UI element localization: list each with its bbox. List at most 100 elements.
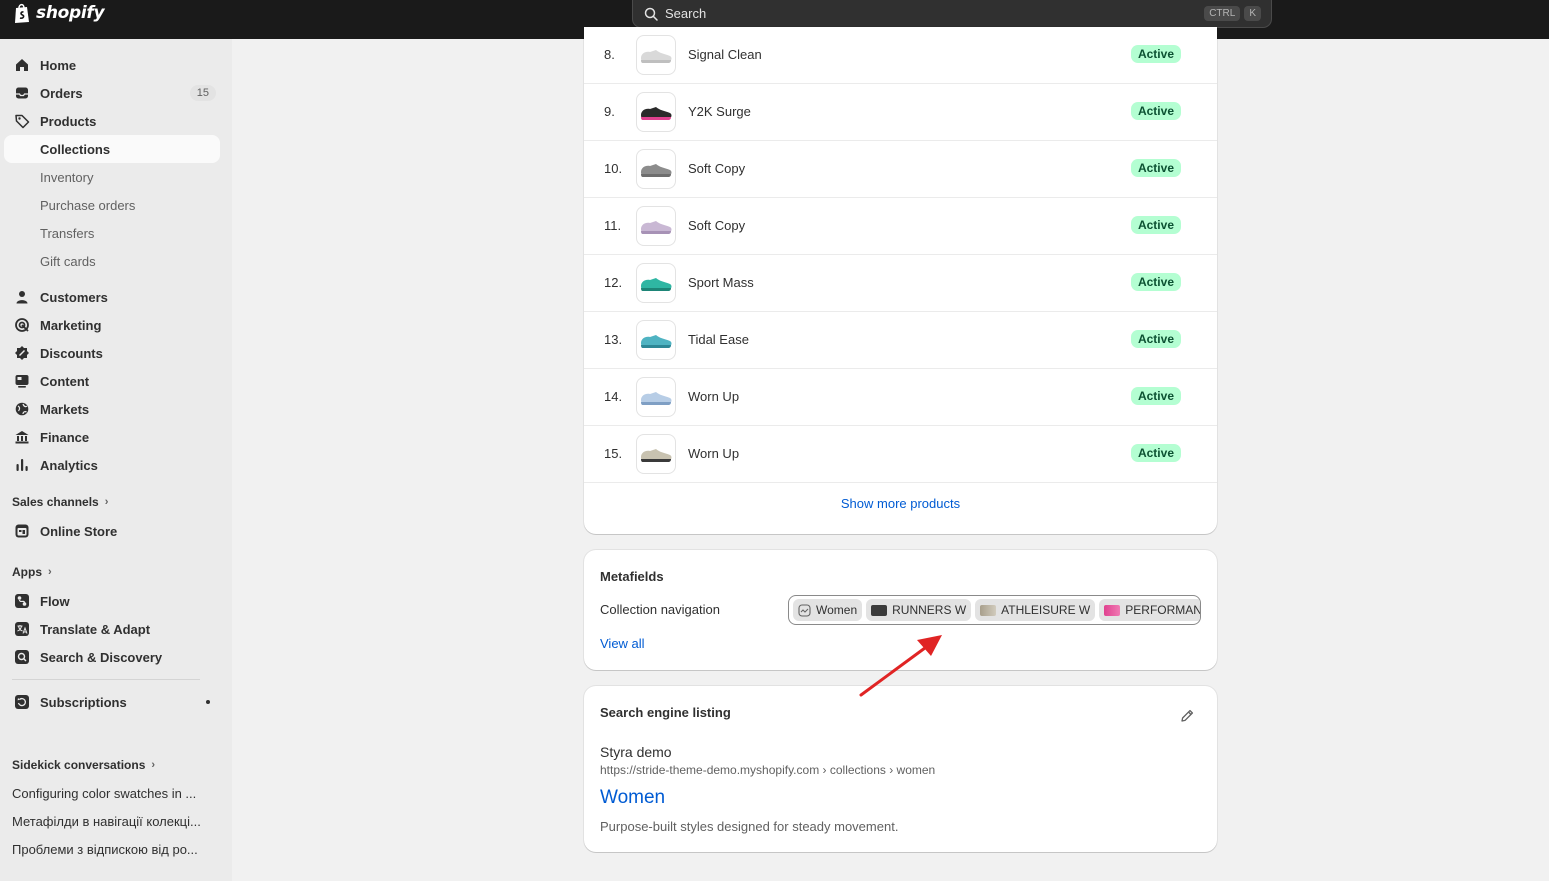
status-badge: Active (1130, 45, 1181, 63)
sidebar-item-label: Online Store (40, 523, 118, 539)
collection-thumbnail (871, 604, 888, 616)
status-badge: Active (1130, 330, 1181, 348)
view-all-metafields-link[interactable]: View all (600, 636, 645, 651)
sidebar-item-label: Finance (40, 429, 90, 445)
metafield-chip[interactable]: Women (793, 599, 863, 621)
sneaker-image (641, 221, 672, 234)
sidebar-item-search-discovery[interactable]: Search & Discovery (4, 643, 220, 671)
sidebar-item-purchase-orders[interactable]: Purchase orders (4, 191, 220, 219)
search-bar[interactable]: Search CTRL K (632, 0, 1272, 28)
product-row[interactable]: 9. Y2K Surge Active (584, 84, 1217, 141)
discount-icon (15, 346, 29, 360)
sidebar-item-label: Search & Discovery (40, 649, 163, 665)
sidebar-item-label: Marketing (40, 317, 102, 333)
sales-channels-heading[interactable]: Sales channels › (12, 495, 108, 509)
inbox-icon (16, 87, 28, 99)
product-title[interactable]: Tidal Ease (688, 332, 749, 347)
product-title[interactable]: Y2K Surge (688, 104, 751, 119)
sneaker-image (641, 335, 672, 348)
sidebar-item-flow[interactable]: Flow (4, 587, 220, 615)
sidebar-item-finance[interactable]: Finance (4, 423, 220, 451)
sidebar-item-orders[interactable]: Orders 15 (4, 79, 220, 107)
sidebar-item-subscriptions[interactable]: Subscriptions (4, 688, 220, 716)
collection-thumbnail (980, 604, 997, 616)
sidebar-item-gift-cards[interactable]: Gift cards (4, 247, 220, 275)
sidebar-item-collections[interactable]: Collections (4, 135, 220, 163)
product-row[interactable]: 10. Soft Copy Active (584, 141, 1217, 198)
sneaker-image (641, 278, 672, 291)
sidekick-conversation[interactable]: Configuring color swatches in ... (12, 786, 218, 801)
product-title[interactable]: Soft Copy (688, 161, 745, 176)
person-icon (16, 291, 28, 304)
brand-name: shopify (36, 3, 105, 23)
product-thumbnail (636, 149, 676, 189)
search-engine-listing-card: Search engine listing Styra demo https:/… (584, 686, 1217, 852)
collection-thumbnail (1104, 604, 1121, 616)
sidebar-item-label: Home (40, 57, 77, 73)
metafield-chip[interactable]: ATHLEISURE W (975, 599, 1096, 621)
store-icon (15, 524, 29, 538)
pencil-edit-icon[interactable] (1179, 708, 1195, 724)
sneaker-image (641, 449, 672, 462)
product-thumbnail (636, 434, 676, 474)
sidekick-conversation[interactable]: Проблеми з відпискою від ро... (12, 842, 218, 857)
seo-description: Purpose-built styles designed for steady… (600, 819, 899, 834)
product-thumbnail (636, 35, 676, 75)
flow-app-icon (15, 594, 29, 608)
show-more-products-link[interactable]: Show more products (584, 496, 1217, 511)
tag-icon (15, 114, 30, 129)
product-row[interactable]: 12. Sport Mass Active (584, 255, 1217, 312)
sidebar-item-label: Orders (40, 85, 83, 101)
product-row[interactable]: 13. Tidal Ease Active (584, 312, 1217, 369)
status-badge: Active (1130, 159, 1181, 177)
notification-dot (206, 700, 210, 704)
sidebar-item-label: Content (40, 373, 90, 389)
metafield-chip[interactable]: PERFORMAN (1099, 599, 1200, 621)
product-row[interactable]: 15. Worn Up Active (584, 426, 1217, 483)
sidebar-item-home[interactable]: Home (4, 51, 220, 79)
shopify-bag-icon (15, 3, 29, 23)
chip-label: RUNNERS W (892, 603, 967, 617)
sidekick-heading[interactable]: Sidekick conversations › (12, 758, 155, 772)
product-title[interactable]: Worn Up (688, 389, 739, 404)
sidebar-item-products[interactable]: Products (4, 107, 220, 135)
sidebar-item-label: Subscriptions (40, 694, 127, 710)
sidebar-item-inventory[interactable]: Inventory (4, 163, 220, 191)
sidebar-item-translate-adapt[interactable]: Translate & Adapt (4, 615, 220, 643)
collection-navigation-field[interactable]: Women RUNNERS W ATHLEISURE W PERFORMAN (788, 595, 1201, 625)
sales-channels-label: Sales channels (12, 495, 99, 509)
product-title[interactable]: Worn Up (688, 446, 739, 461)
product-title[interactable]: Soft Copy (688, 218, 745, 233)
sidebar-item-discounts[interactable]: Discounts (4, 339, 220, 367)
status-badge: Active (1130, 216, 1181, 234)
subscriptions-app-icon (15, 695, 29, 709)
apps-label: Apps (12, 565, 42, 579)
sidebar-item-marketing[interactable]: Marketing (4, 311, 220, 339)
search-placeholder: Search (665, 6, 707, 21)
content-icon (15, 375, 29, 388)
sidekick-conversation[interactable]: Метафілди в навігації колекці... (12, 814, 218, 829)
apps-heading[interactable]: Apps › (12, 565, 52, 579)
sidebar-item-markets[interactable]: Markets (4, 395, 220, 423)
sidebar-item-customers[interactable]: Customers (4, 283, 220, 311)
shopify-logo[interactable]: shopify (12, 2, 105, 24)
product-position: 8. (604, 47, 615, 62)
metafields-title: Metafields (600, 569, 664, 584)
metafield-chip[interactable]: RUNNERS W (866, 599, 972, 621)
sidebar-item-analytics[interactable]: Analytics (4, 451, 220, 479)
sidebar-item-online-store[interactable]: Online Store (4, 517, 220, 545)
product-row[interactable]: 11. Soft Copy Active (584, 198, 1217, 255)
product-position: 9. (604, 104, 615, 119)
status-badge: Active (1130, 387, 1181, 405)
product-row[interactable]: 8. Signal Clean Active (584, 27, 1217, 84)
sidebar-item-content[interactable]: Content (4, 367, 220, 395)
product-row[interactable]: 14. Worn Up Active (584, 369, 1217, 426)
collection-products-card: 8. Signal Clean Active 9. Y2K Surge Active 10.… (584, 27, 1217, 534)
sidebar-item-transfers[interactable]: Transfers (4, 219, 220, 247)
product-thumbnail (636, 206, 676, 246)
translate-app-icon (15, 622, 29, 636)
bank-icon (15, 431, 29, 444)
product-title[interactable]: Sport Mass (688, 275, 754, 290)
product-title[interactable]: Signal Clean (688, 47, 762, 62)
product-position: 10. (604, 161, 623, 176)
